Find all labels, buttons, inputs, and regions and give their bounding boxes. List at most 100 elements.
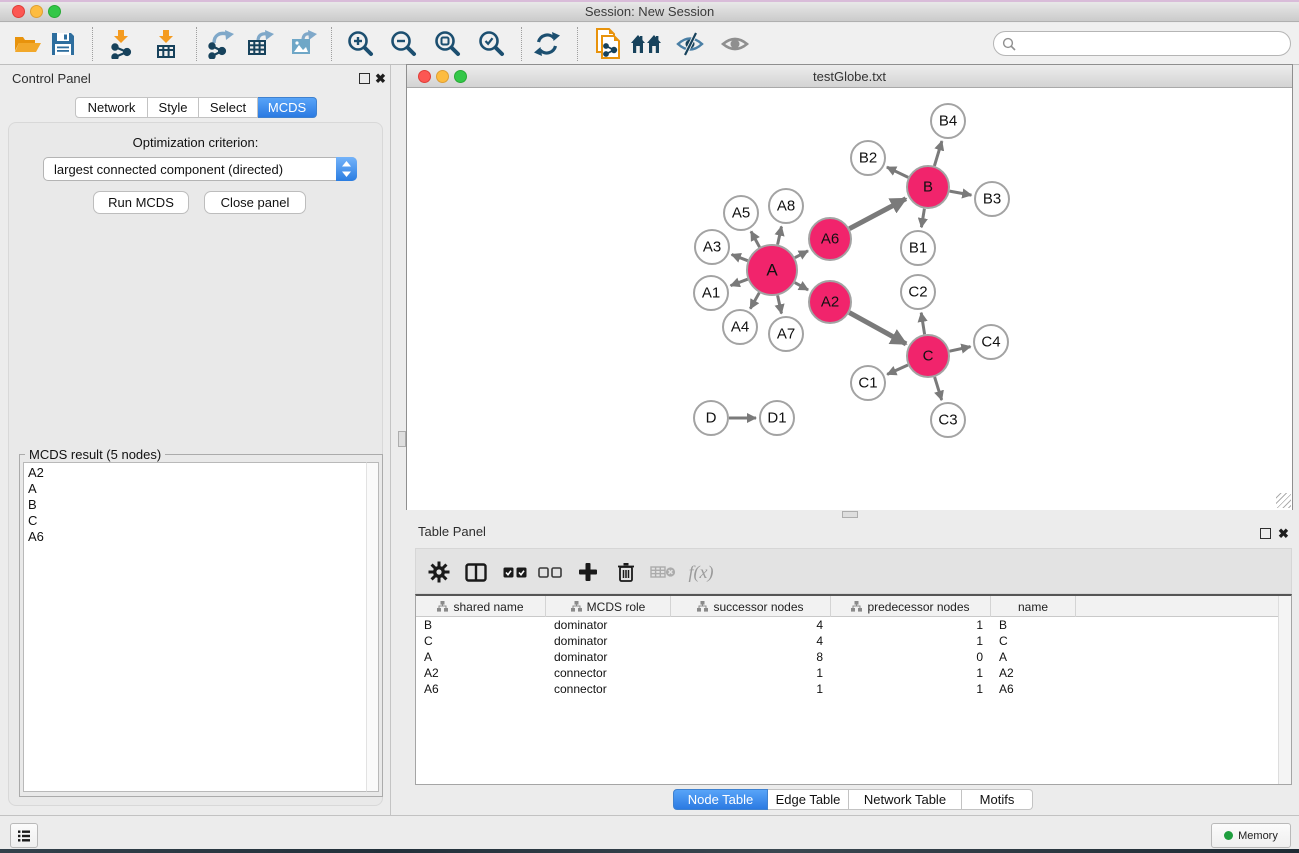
- apply-layout-button[interactable]: [529, 27, 565, 61]
- result-list-scrollbar[interactable]: [366, 462, 379, 792]
- hide-selection-button[interactable]: [672, 27, 708, 61]
- graph-node-C2[interactable]: C2: [901, 275, 935, 309]
- graph-node-D[interactable]: D: [694, 401, 728, 435]
- toggle-panel-layout-button[interactable]: [459, 555, 493, 589]
- tab-node-table[interactable]: Node Table: [673, 789, 768, 810]
- network-canvas[interactable]: B4 B2 B B3 A5 A8 A6 A3 B1 A A1 C2 A2: [407, 89, 1292, 510]
- graph-edge-A-A3: [732, 255, 748, 261]
- split-columns-icon: [465, 563, 487, 582]
- criterion-dropdown[interactable]: largest connected component (directed): [43, 157, 357, 181]
- table-row[interactable]: A2connector11A2: [416, 665, 1291, 681]
- graph-node-A2[interactable]: A2: [809, 281, 851, 323]
- tab-style[interactable]: Style: [148, 97, 199, 118]
- add-column-button[interactable]: [571, 555, 605, 589]
- table-row[interactable]: Adominator80A: [416, 649, 1291, 665]
- column-header-shared-name[interactable]: shared name: [416, 596, 546, 617]
- import-network-button[interactable]: [103, 27, 139, 61]
- tab-edge-table[interactable]: Edge Table: [768, 789, 849, 810]
- first-neighbors-button[interactable]: [629, 27, 665, 61]
- open-session-button[interactable]: [10, 27, 46, 61]
- close-table-panel-icon[interactable]: ✖: [1278, 528, 1289, 539]
- zoom-fit-button[interactable]: [430, 27, 466, 61]
- zoom-out-button[interactable]: [386, 27, 422, 61]
- tab-network[interactable]: Network: [75, 97, 148, 118]
- new-network-from-selection-button[interactable]: [589, 27, 625, 61]
- graph-node-A4[interactable]: A4: [723, 310, 757, 344]
- toolbar-separator: [196, 27, 197, 61]
- fx-icon: f(x): [689, 562, 714, 583]
- splitter-handle-bottom[interactable]: [842, 511, 858, 518]
- graph-node-A8[interactable]: A8: [769, 189, 803, 223]
- svg-text:C1: C1: [858, 375, 877, 392]
- import-table-button[interactable]: [148, 27, 184, 61]
- svg-text:A1: A1: [702, 285, 720, 302]
- show-all-button[interactable]: [717, 27, 753, 61]
- graph-edge-A-A6: [795, 251, 808, 258]
- table-row[interactable]: Cdominator41C: [416, 633, 1291, 649]
- import-network-icon: [108, 29, 134, 59]
- graph-node-A7[interactable]: A7: [769, 317, 803, 351]
- graph-node-C[interactable]: C: [907, 335, 949, 377]
- mcds-result-item[interactable]: A2: [28, 465, 367, 481]
- graph-node-B4[interactable]: B4: [931, 104, 965, 138]
- mcds-result-item[interactable]: A: [28, 481, 367, 497]
- close-panel-button[interactable]: Close panel: [204, 191, 306, 214]
- graph-node-D1[interactable]: D1: [760, 401, 794, 435]
- table-row[interactable]: A6connector11A6: [416, 681, 1291, 697]
- mcds-result-list[interactable]: A2ABCA6: [23, 462, 368, 792]
- graph-node-C4[interactable]: C4: [974, 325, 1008, 359]
- graph-node-C1[interactable]: C1: [851, 366, 885, 400]
- tab-motifs[interactable]: Motifs: [962, 789, 1033, 810]
- zoom-in-button[interactable]: [343, 27, 379, 61]
- tab-select[interactable]: Select: [199, 97, 258, 118]
- graph-node-B2[interactable]: B2: [851, 141, 885, 175]
- column-header-predecessor-nodes[interactable]: predecessor nodes: [831, 596, 991, 617]
- tab-mcds[interactable]: MCDS: [258, 97, 317, 118]
- svg-text:B4: B4: [939, 113, 957, 130]
- table-row[interactable]: Bdominator41B: [416, 617, 1291, 633]
- window-resize-grip[interactable]: [1276, 493, 1291, 508]
- tab-network-table[interactable]: Network Table: [849, 789, 962, 810]
- export-image-button[interactable]: [286, 27, 322, 61]
- graph-node-B1[interactable]: B1: [901, 231, 935, 265]
- zoom-selected-button[interactable]: [474, 27, 510, 61]
- status-bar: Memory: [0, 815, 1299, 849]
- save-session-button[interactable]: [45, 27, 81, 61]
- graph-node-A1[interactable]: A1: [694, 276, 728, 310]
- network-graph: B4 B2 B B3 A5 A8 A6 A3 B1 A A1 C2 A2: [407, 89, 1292, 510]
- mcds-result-item[interactable]: B: [28, 497, 367, 513]
- export-table-button[interactable]: [243, 27, 279, 61]
- mcds-result-item[interactable]: A6: [28, 529, 367, 545]
- float-panel-icon[interactable]: [359, 73, 370, 84]
- graph-node-A6[interactable]: A6: [809, 218, 851, 260]
- deselect-all-rows-button[interactable]: [533, 555, 567, 589]
- column-header-successor-nodes[interactable]: successor nodes: [671, 596, 831, 617]
- svg-text:A7: A7: [777, 326, 795, 343]
- graph-node-A3[interactable]: A3: [695, 230, 729, 264]
- search-input[interactable]: [1020, 34, 1290, 54]
- table-scrollbar[interactable]: [1278, 596, 1291, 784]
- column-header-name[interactable]: name: [991, 596, 1076, 617]
- memory-button[interactable]: Memory: [1211, 823, 1291, 848]
- run-mcds-button[interactable]: Run MCDS: [93, 191, 189, 214]
- graph-edge-A-A2: [795, 283, 808, 290]
- apply-function-button[interactable]: f(x): [684, 555, 718, 589]
- task-history-button[interactable]: [10, 823, 38, 848]
- column-header-mcds-role[interactable]: MCDS role: [546, 596, 671, 617]
- mcds-result-group: MCDS result (5 nodes) A2ABCA6: [19, 454, 383, 797]
- graph-node-A5[interactable]: A5: [724, 196, 758, 230]
- graph-node-C3[interactable]: C3: [931, 403, 965, 437]
- graph-node-B3[interactable]: B3: [975, 182, 1009, 216]
- graph-node-B[interactable]: B: [907, 166, 949, 208]
- export-network-button[interactable]: [204, 27, 240, 61]
- delete-table-button[interactable]: [646, 555, 680, 589]
- graph-node-A[interactable]: A: [747, 245, 797, 295]
- svg-text:A2: A2: [821, 294, 839, 311]
- close-panel-icon[interactable]: ✖: [375, 73, 386, 84]
- select-all-rows-button[interactable]: [498, 555, 532, 589]
- float-table-panel-icon[interactable]: [1260, 528, 1271, 539]
- mcds-result-item[interactable]: C: [28, 513, 367, 529]
- table-settings-button[interactable]: [422, 555, 456, 589]
- splitter-handle-left[interactable]: [398, 431, 406, 447]
- delete-column-button[interactable]: [609, 555, 643, 589]
